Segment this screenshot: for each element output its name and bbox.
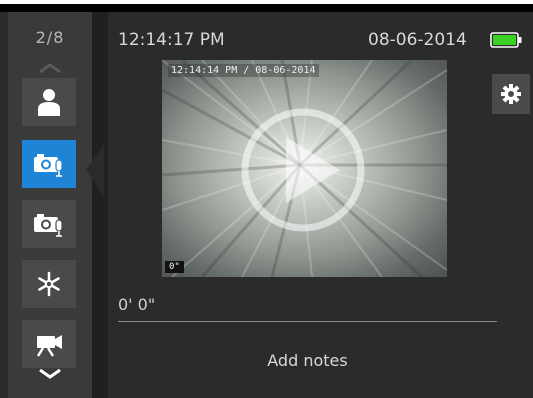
chevron-up-icon[interactable]: [38, 62, 62, 74]
depth-value: 0' 0": [118, 295, 156, 314]
top-bezel: [0, 4, 533, 12]
person-icon: [38, 89, 60, 116]
current-time: 12:14:17 PM: [118, 30, 225, 50]
current-date: 08-06-2014: [368, 30, 467, 50]
sidebar: 2/8: [8, 12, 92, 398]
camera-mic-icon: [34, 214, 63, 237]
sidebar-button-photo-audio-2[interactable]: [22, 200, 76, 248]
play-icon[interactable]: [238, 105, 368, 235]
sidebar-button-video[interactable]: [22, 320, 76, 368]
sidebar-button-photo-audio[interactable]: [22, 140, 76, 188]
screen: 2/8 12:14:17 PM 08-06-2014 12:14:14 PM /…: [0, 4, 533, 398]
battery-full-icon: [490, 32, 522, 48]
device-frame: 2/8 12:14:17 PM 08-06-2014 12:14:14 PM /…: [0, 0, 533, 398]
video-timestamp: 12:14:14 PM / 08-06-2014: [168, 64, 319, 77]
sidebar-button-person[interactable]: [22, 78, 76, 126]
chevron-down-icon[interactable]: [38, 368, 62, 380]
sidebar-divider: [92, 12, 108, 398]
video-depth-badge: 0": [165, 261, 184, 273]
page-counter: 2/8: [35, 28, 65, 47]
video-camera-icon: [36, 335, 62, 357]
light-burst-icon: [38, 271, 60, 297]
divider: [118, 321, 497, 322]
selection-pointer: [86, 144, 104, 196]
gear-icon: [501, 84, 521, 104]
add-notes-button[interactable]: Add notes: [118, 351, 497, 370]
camera-mic-icon: [34, 154, 63, 177]
sidebar-button-light[interactable]: [22, 260, 76, 308]
settings-button[interactable]: [492, 74, 530, 114]
video-preview[interactable]: 12:14:14 PM / 08-06-2014 0": [162, 60, 447, 277]
